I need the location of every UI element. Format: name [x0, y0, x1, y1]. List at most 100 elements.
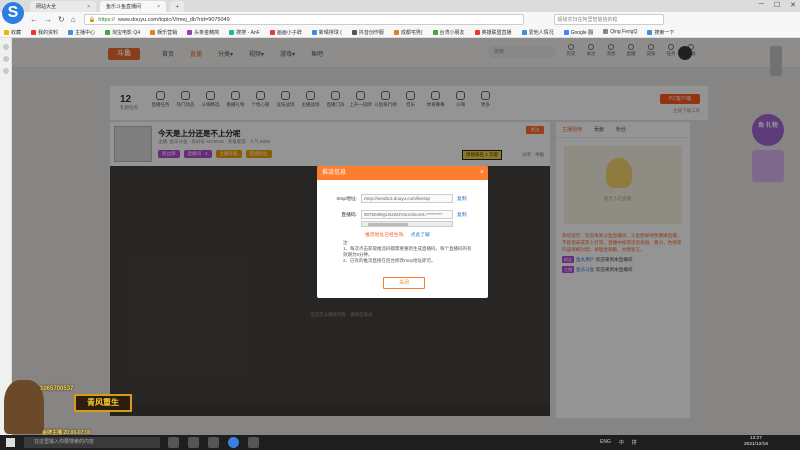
bookmark-label: Qing FengQ	[610, 29, 638, 35]
character-illustration	[4, 380, 44, 434]
rtmp-label: rtmp地址:	[336, 197, 357, 202]
new-tab-button[interactable]: +	[170, 1, 184, 12]
home-icon[interactable]: ⌂	[71, 15, 76, 24]
stream-info-dialog: 推流信息 × rtmp地址: rtmp://sendtc3.douyu.com/…	[317, 166, 488, 298]
bookmark-item[interactable]: 搜搜 - AnF	[229, 29, 260, 36]
bookmark-label: 收藏	[11, 29, 22, 36]
bookmark-icon	[521, 29, 527, 35]
bookmark-icon	[187, 29, 193, 35]
code-row: 直播码: 9075049rgLN2WJVSocSecret=********* …	[317, 210, 467, 219]
refresh-icon[interactable]: ↻	[58, 15, 65, 24]
browser-search-input[interactable]: 超级农妇在阿里智能拾的稳	[553, 14, 664, 25]
tab-strip: 网站大全 × 鱼乐斗鱼直播间 × +	[26, 1, 184, 12]
taskbar-apps	[168, 437, 259, 448]
bookmark-label: 抖音创作服	[358, 29, 384, 36]
bookmark-label: 台湾小朋友	[439, 29, 465, 36]
bookmark-item[interactable]: 收藏	[4, 29, 21, 36]
bookmark-label: 爱他人情况	[528, 29, 554, 36]
close-button[interactable]: 关闭	[383, 277, 425, 289]
nav-buttons: ← → ↻ ⌂	[30, 15, 76, 24]
dialog-title: 推流信息	[322, 170, 347, 176]
bookmark-item[interactable]: 爱他人情况	[521, 29, 554, 36]
bookmark-icon	[68, 29, 74, 35]
bookmark-item[interactable]: 淘宝电影 Q4	[105, 29, 140, 36]
sidebar-download-icon[interactable]	[2, 68, 9, 74]
code-field[interactable]: 9075049rgLN2WJVSocSecret=*********	[361, 210, 453, 219]
bookmark-icon	[432, 29, 438, 35]
bookmark-item[interactable]: 娱乐营销	[150, 29, 177, 36]
bookmark-icon	[351, 29, 357, 35]
tab-website-directory[interactable]: 网站大全 ×	[30, 1, 96, 12]
bookmark-item[interactable]: 画画小子辞	[269, 29, 302, 36]
browser-logo[interactable]: S	[2, 2, 24, 24]
bookmark-item[interactable]: 台湾小朋友	[432, 29, 465, 36]
maximize-icon[interactable]: ☐	[774, 1, 780, 9]
close-icon[interactable]: ×	[480, 166, 484, 180]
close-tab-icon[interactable]: ×	[87, 4, 90, 10]
rtmp-row: rtmp地址: rtmp://sendtc3.douyu.com/live/ap…	[317, 194, 467, 203]
bookmark-icon	[105, 29, 111, 35]
bookmark-icon	[269, 29, 275, 35]
close-tab-icon[interactable]: ×	[157, 4, 160, 10]
sidebar-history-icon[interactable]	[2, 56, 9, 62]
app-icon[interactable]	[208, 437, 219, 448]
bookmark-icon	[474, 29, 480, 35]
tray-item[interactable]: ENG	[600, 439, 611, 446]
windows-start-icon[interactable]	[6, 438, 15, 447]
rtmp-field[interactable]: rtmp://sendtc3.douyu.com/live/ap	[361, 194, 453, 203]
bookmark-label: 淘宝电影 Q4	[112, 29, 141, 36]
clock[interactable]: 13:27 2021/12/16	[744, 436, 768, 448]
task-view-icon[interactable]	[168, 437, 179, 448]
bookmark-icon	[4, 29, 9, 35]
bookmark-icon	[311, 29, 317, 35]
minimize-icon[interactable]: ─	[759, 1, 764, 9]
bookmark-item[interactable]: 我的资料	[31, 29, 58, 36]
bookmark-item[interactable]: 新晴排球 (	[311, 29, 342, 36]
tray-item[interactable]: 拼	[632, 439, 637, 446]
bookmark-item[interactable]: 成都宅男(	[393, 29, 423, 36]
bookmark-label: Google 翻	[570, 29, 594, 36]
tab-label: 鱼乐斗鱼直播间	[106, 4, 142, 10]
bookmark-item[interactable]: Qing FengQ	[603, 29, 637, 35]
bookmark-icon	[150, 29, 156, 35]
dialog-header: 推流信息 ×	[317, 166, 488, 180]
system-tray: ENG 中 拼	[600, 439, 637, 446]
dialog-notes: 注: 1、每次点击获取推流码都需要重新生成直播码，每个直播码的有效期为5分钟。 …	[343, 240, 472, 263]
bookmark-label: 英雄联盟直播	[481, 29, 512, 36]
bookmark-icon	[229, 29, 235, 35]
bookmark-icon	[647, 29, 653, 35]
code-scrollbar[interactable]	[361, 221, 453, 227]
clock-date: 2021/12/16	[744, 442, 769, 447]
bookmark-label: 成都宅男(	[400, 29, 423, 36]
bookmark-item[interactable]: 搜索一下	[647, 29, 674, 36]
bookmark-item[interactable]: 英雄联盟直播	[474, 29, 512, 36]
scroll-thumb[interactable]	[368, 223, 408, 226]
back-icon[interactable]: ←	[30, 15, 38, 24]
bookmark-label: 娱乐营销	[157, 29, 178, 36]
address-bar[interactable]: 🔒 https://www.douyu.com/topic/Vtmej_db?r…	[83, 14, 524, 25]
bookmark-item[interactable]: Google 翻	[563, 29, 594, 36]
warning-text: 推流地址已经生效, 点此了解	[365, 231, 430, 238]
bookmark-label: 搜索一下	[654, 29, 675, 36]
bookmark-item[interactable]: 头条金精简	[187, 29, 219, 36]
url-text: www.douyu.com/topic/Vtmej_db?rid=9075049	[117, 16, 230, 23]
close-window-icon[interactable]: ✕	[790, 1, 796, 9]
browser-taskbar-icon[interactable]	[228, 437, 239, 448]
bookmark-label: 新晴排球 (	[318, 29, 342, 36]
copy-rtmp-button[interactable]: 复制	[457, 195, 467, 202]
sidebar-favorite-icon[interactable]	[2, 44, 9, 50]
forward-icon[interactable]: →	[44, 15, 52, 24]
lock-icon: 🔒	[88, 16, 96, 23]
window-controls: ─ ☐ ✕	[759, 1, 796, 9]
tab-live-room[interactable]: 鱼乐斗鱼直播间 ×	[100, 1, 166, 12]
bookmark-icon	[393, 29, 399, 35]
tab-label: 网站大全	[36, 4, 57, 10]
file-explorer-icon[interactable]	[188, 437, 199, 448]
app-icon[interactable]	[248, 437, 259, 448]
tray-item[interactable]: 中	[619, 439, 624, 446]
copy-code-button[interactable]: 复制	[457, 211, 467, 218]
learn-more-link[interactable]: 点此了解	[411, 233, 430, 238]
bookmark-item[interactable]: 主播中心	[68, 29, 95, 36]
bookmark-item[interactable]: 抖音创作服	[351, 29, 384, 36]
taskbar-search[interactable]: 在这里输入你要搜索的内容	[24, 437, 160, 448]
